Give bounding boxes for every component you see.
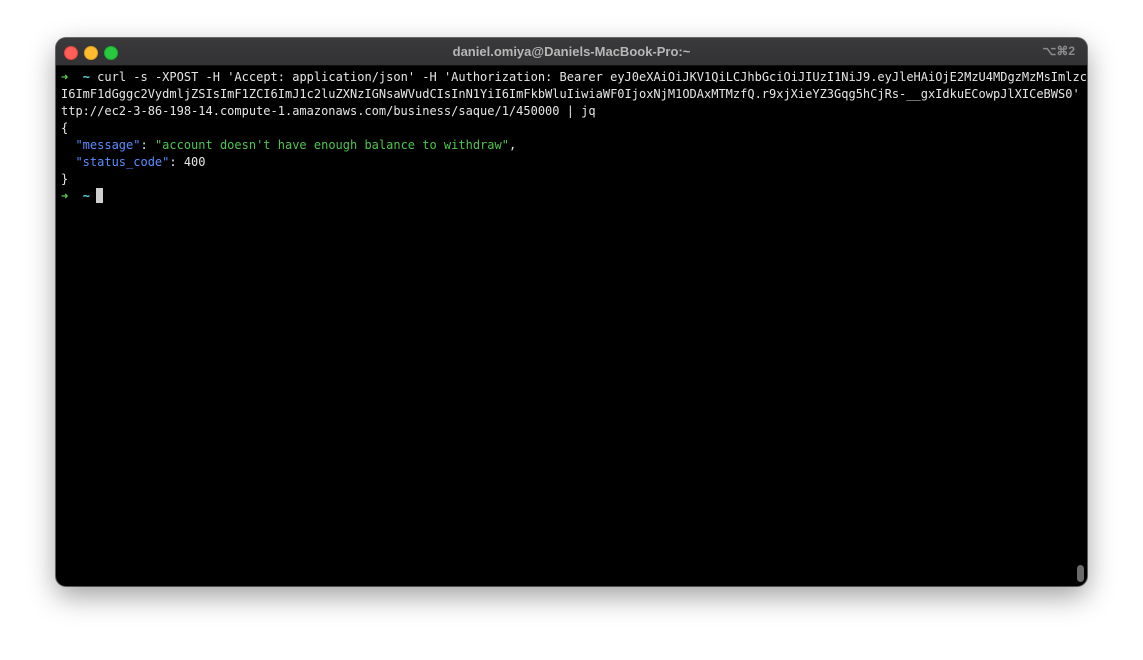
title-bar: daniel.omiya@Daniels-MacBook-Pro:~ ⌥⌘2 (56, 38, 1087, 66)
command-text-line-1: curl -s -XPOST -H 'Accept: application/j… (97, 70, 1087, 84)
json-key-message: "message" (75, 138, 141, 152)
json-close-brace: } (61, 171, 1071, 188)
json-open-brace: { (61, 120, 1071, 137)
text-cursor[interactable] (95, 188, 103, 203)
json-line-message: "message": "account doesn't have enough … (61, 137, 1071, 154)
command-line-3: ttp://ec2-3-86-198-14.compute-1.amazonaw… (61, 103, 1071, 120)
prompt-directory: ~ (82, 70, 90, 84)
json-colon: : (169, 155, 184, 169)
window-shortcut-label: ⌥⌘2 (1042, 44, 1075, 58)
command-line-2: I6ImF1dGggc2VydmljZSIsImF1ZCI6ImJ1c2luZX… (61, 86, 1087, 103)
terminal-content[interactable]: ➜ ~ curl -s -XPOST -H 'Accept: applicati… (61, 69, 1087, 205)
vertical-scrollbar[interactable] (1077, 565, 1084, 582)
command-text-line-3: ttp://ec2-3-86-198-14.compute-1.amazonaw… (61, 104, 596, 118)
terminal-window: daniel.omiya@Daniels-MacBook-Pro:~ ⌥⌘2 ➜… (56, 38, 1087, 586)
json-key-status-code: "status_code" (75, 155, 170, 169)
json-value-status-code: 400 (183, 155, 206, 169)
prompt-arrow-icon: ➜ (61, 70, 69, 84)
json-value-message: "account doesn't have enough balance to … (154, 138, 509, 152)
close-brace: } (61, 172, 69, 186)
json-comma: , (508, 138, 517, 152)
prompt-directory: ~ (82, 189, 90, 203)
prompt-arrow-icon: ➜ (61, 189, 69, 203)
json-line-status-code: "status_code": 400 (61, 154, 1071, 171)
command-text-line-2: I6ImF1dGggc2VydmljZSIsImF1ZCI6ImJ1c2luZX… (61, 87, 1087, 101)
open-brace: { (61, 121, 69, 135)
json-colon: : (140, 138, 155, 152)
prompt-line-current: ➜ ~ (61, 188, 1071, 205)
window-title: daniel.omiya@Daniels-MacBook-Pro:~ (452, 44, 691, 59)
command-line-1: ➜ ~ curl -s -XPOST -H 'Accept: applicati… (61, 69, 1087, 86)
